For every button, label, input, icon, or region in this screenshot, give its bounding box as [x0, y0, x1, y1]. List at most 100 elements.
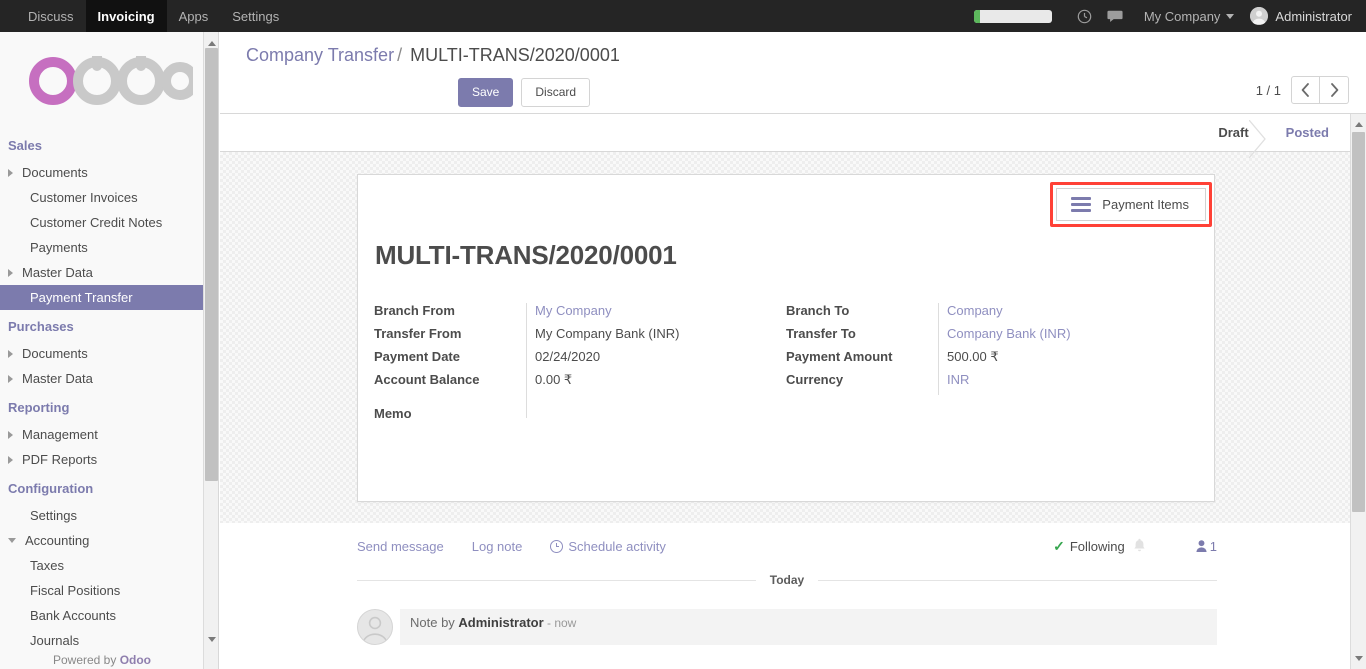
sidebar-item-documents-sales[interactable]: Documents: [0, 160, 204, 185]
sidebar-item-label: Management: [22, 427, 98, 442]
field-account-balance: Account Balance 0.00 ₹: [374, 372, 786, 395]
chatter-inner: Send message Log note Schedule activity …: [357, 523, 1217, 645]
scroll-down-arrow-icon[interactable]: [1351, 651, 1366, 666]
send-message-button[interactable]: Send message: [357, 539, 444, 554]
field-memo: Memo: [374, 395, 786, 421]
chatter: Send message Log note Schedule activity …: [220, 523, 1352, 669]
page-scrollbar-thumb[interactable]: [1352, 132, 1365, 512]
page-scrollbar[interactable]: [1350, 114, 1366, 669]
field-label: Account Balance: [374, 372, 480, 387]
schedule-activity-button[interactable]: Schedule activity: [550, 539, 666, 554]
avatar: [357, 609, 393, 645]
avatar: [1250, 7, 1269, 25]
status-label: Draft: [1218, 125, 1249, 140]
clock-icon: [550, 539, 564, 553]
powered-brand: Odoo: [119, 653, 152, 667]
sidebar-scrollbar[interactable]: [203, 32, 218, 669]
field-currency: Currency INR: [786, 372, 1198, 395]
progress-indicator: [973, 9, 1052, 23]
sidebar-item-master-data-purchases[interactable]: Master Data: [0, 366, 204, 391]
message-item: Note by Administrator - now: [357, 609, 1217, 645]
status-draft[interactable]: Draft: [1198, 114, 1266, 158]
chevron-right-icon: [8, 374, 13, 383]
field-transfer-from: Transfer From My Company Bank (INR): [374, 326, 786, 349]
bars-icon: [1071, 197, 1092, 212]
sidebar-item-customer-credit-notes[interactable]: Customer Credit Notes: [0, 210, 204, 235]
field-value[interactable]: Company Bank (INR): [938, 326, 1198, 349]
sidebar-section-configuration: Configuration: [8, 481, 94, 496]
sidebar-item-label: Payments: [30, 240, 88, 255]
sidebar-item-documents-purchases[interactable]: Documents: [0, 341, 204, 366]
sidebar-item-label: Documents: [22, 346, 88, 361]
user-menu[interactable]: Administrator: [1244, 0, 1356, 32]
scroll-down-arrow-icon[interactable]: [204, 632, 219, 647]
save-button[interactable]: Save: [458, 78, 514, 107]
sidebar-item-label: Documents: [22, 165, 88, 180]
sidebar-item-management[interactable]: Management: [0, 422, 204, 447]
nav-item-label: Settings: [232, 8, 280, 24]
clock-icon[interactable]: [1070, 0, 1100, 32]
sidebar-item-taxes[interactable]: Taxes: [0, 553, 204, 578]
pager-next-button[interactable]: [1320, 76, 1349, 104]
sidebar: Sales Documents Customer Invoices Custom…: [0, 32, 219, 669]
field-branch-to: Branch To Company: [786, 303, 1198, 326]
status-posted[interactable]: Posted: [1265, 114, 1346, 151]
nav-item-settings[interactable]: Settings: [220, 0, 291, 32]
field-value[interactable]: My Company Bank (INR): [526, 326, 786, 349]
field-payment-amount: Payment Amount 500.00 ₹: [786, 349, 1198, 372]
send-message-label: Send message: [357, 538, 444, 554]
odoo-logo[interactable]: [0, 32, 218, 129]
day-separator: Today: [357, 569, 1217, 591]
sidebar-item-accounting[interactable]: Accounting: [0, 528, 204, 553]
field-value: 0.00 ₹: [526, 372, 786, 395]
field-value[interactable]: INR: [938, 372, 1198, 395]
form-fields-grid: Branch From My Company Transfer From My …: [374, 303, 1198, 421]
following-toggle[interactable]: ✓ Following: [1053, 538, 1125, 555]
log-note-label: Log note: [471, 538, 523, 554]
payment-items-highlight: Payment Items: [1050, 182, 1212, 227]
sidebar-item-fiscal-positions[interactable]: Fiscal Positions: [0, 578, 204, 603]
chat-icon[interactable]: [1100, 0, 1130, 32]
bell-icon[interactable]: [1133, 538, 1146, 555]
pager-previous-button[interactable]: [1291, 76, 1320, 104]
log-note-button[interactable]: Log note: [472, 539, 523, 554]
field-label: Currency: [786, 372, 844, 387]
pager-buttons: [1291, 76, 1349, 104]
form-sheet-background: Payment Items MULTI-TRANS/2020/0001 Bran…: [220, 152, 1352, 523]
breadcrumb-parent[interactable]: Company Transfer: [246, 45, 394, 65]
field-value[interactable]: [526, 395, 786, 418]
nav-item-discuss[interactable]: Discuss: [16, 0, 86, 32]
field-payment-date: Payment Date 02/24/2020: [374, 349, 786, 372]
chevron-down-icon: [8, 538, 16, 543]
sidebar-item-payment-transfer[interactable]: Payment Transfer: [0, 285, 204, 310]
sidebar-item-label: Accounting: [25, 533, 90, 548]
nav-item-invoicing[interactable]: Invoicing: [85, 0, 167, 32]
sidebar-item-label: Fiscal Positions: [30, 583, 121, 598]
field-value[interactable]: 02/24/2020: [526, 349, 786, 372]
field-value[interactable]: Company: [938, 303, 1198, 326]
field-value[interactable]: 500.00 ₹: [938, 349, 1198, 372]
sidebar-item-label: Master Data: [22, 265, 93, 280]
sidebar-item-pdf-reports[interactable]: PDF Reports: [0, 447, 204, 472]
sidebar-item-journals[interactable]: Journals: [0, 628, 204, 653]
field-value[interactable]: My Company: [526, 303, 786, 326]
sidebar-item-master-data-sales[interactable]: Master Data: [0, 260, 204, 285]
payment-items-button[interactable]: Payment Items: [1056, 188, 1206, 221]
sidebar-item-customer-invoices[interactable]: Customer Invoices: [0, 185, 204, 210]
chevron-right-icon: [8, 430, 13, 439]
discard-button[interactable]: Discard: [521, 78, 591, 107]
sidebar-scrollbar-thumb[interactable]: [205, 48, 218, 481]
company-switcher[interactable]: My Company: [1130, 0, 1245, 32]
form-sheet: Payment Items MULTI-TRANS/2020/0001 Bran…: [357, 174, 1215, 502]
sidebar-item-settings[interactable]: Settings: [0, 503, 204, 528]
page-title: MULTI-TRANS/2020/0001: [375, 240, 677, 270]
powered-by-odoo[interactable]: Powered by Odoo: [0, 653, 204, 667]
record-pager: 1 / 1: [1256, 76, 1349, 104]
sidebar-item-label: Customer Credit Notes: [30, 215, 163, 230]
sidebar-item-payments[interactable]: Payments: [0, 235, 204, 260]
scroll-up-arrow-icon[interactable]: [1351, 117, 1366, 132]
nav-item-apps[interactable]: Apps: [167, 0, 221, 32]
sidebar-item-bank-accounts[interactable]: Bank Accounts: [0, 603, 204, 628]
sidebar-item-label: PDF Reports: [22, 452, 98, 467]
followers-count[interactable]: 1: [1196, 539, 1217, 554]
